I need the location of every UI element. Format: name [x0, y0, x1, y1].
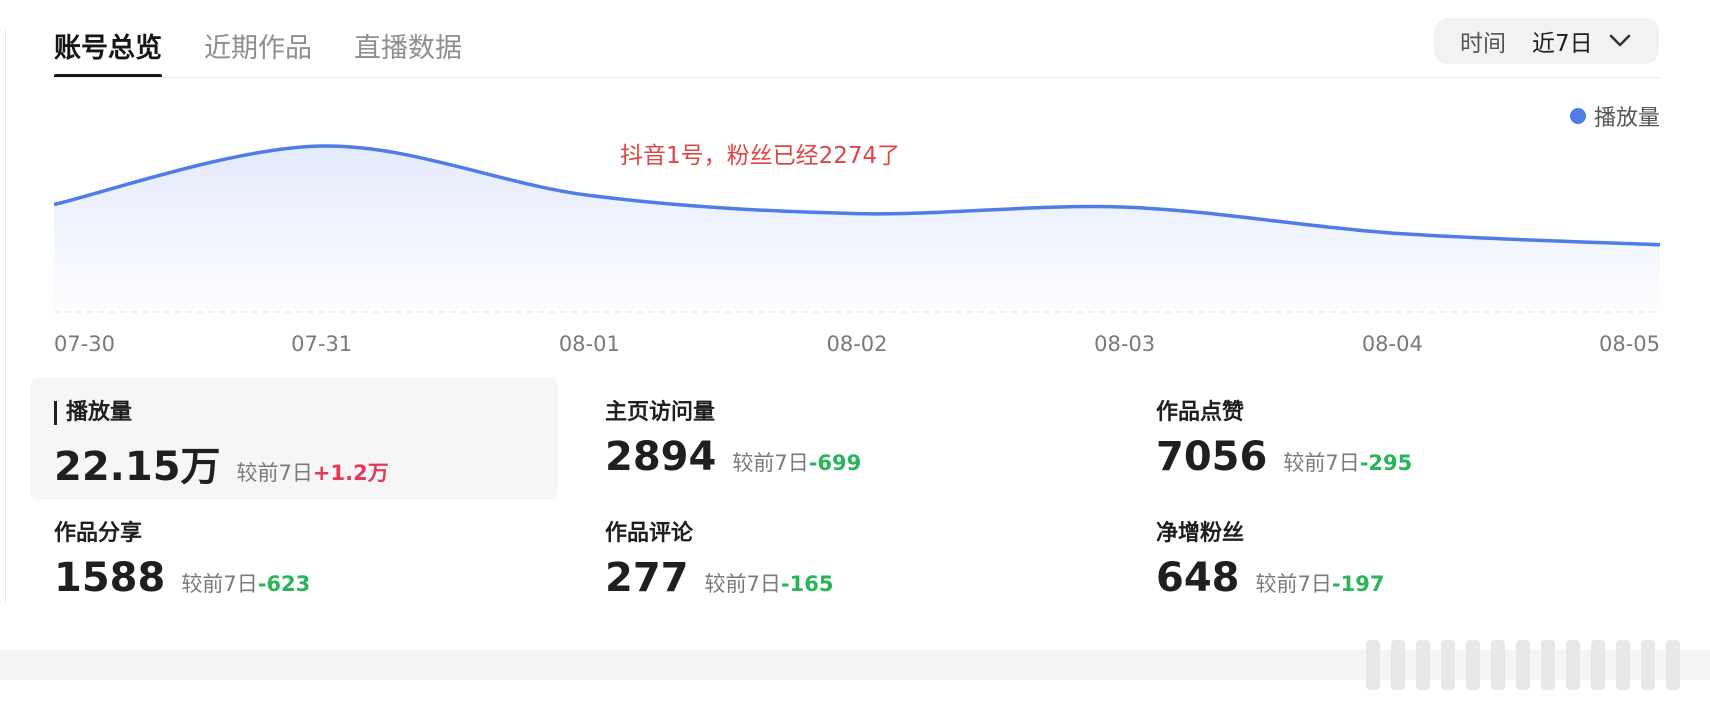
tab-live-data[interactable]: 直播数据: [354, 0, 462, 78]
metric-compare: 较前7日-295: [1283, 451, 1413, 475]
tab-recent-works[interactable]: 近期作品: [204, 0, 312, 78]
metric-compare: 较前7日+1.2万: [236, 461, 389, 485]
tab-bar: 账号总览 近期作品 直播数据: [54, 0, 504, 78]
chart-legend: 播放量: [1569, 100, 1660, 132]
metric-card-shares[interactable]: 作品分享 1588 较前7日-623: [30, 499, 558, 621]
series-area: [54, 145, 1660, 312]
metric-compare: 较前7日-699: [732, 451, 862, 475]
metric-card-likes[interactable]: 作品点赞 7056 较前7日-295: [1132, 378, 1660, 500]
metric-card-plays[interactable]: 播放量 22.15万 较前7日+1.2万: [30, 378, 558, 500]
chart-canvas: 07-30 07-31 08-01 08-02 08-03 08-04 08-05: [53, 144, 1661, 356]
time-range-select[interactable]: 时间 近7日: [1434, 18, 1659, 64]
metric-value: 7056: [1156, 434, 1268, 480]
metric-value: 1588: [54, 555, 166, 601]
metric-value: 22.15万: [54, 444, 221, 490]
metric-value: 2894: [605, 434, 717, 480]
metric-delta: -623: [257, 572, 311, 596]
metric-delta: -699: [808, 451, 862, 475]
x-tick-label: 08-01: [559, 332, 620, 356]
x-tick-label: 07-30: [54, 332, 115, 356]
decorative-bars: [1366, 640, 1680, 690]
metric-delta: -165: [780, 572, 834, 596]
metric-value: 277: [605, 555, 689, 601]
metric-card-comments[interactable]: 作品评论 277 较前7日-165: [581, 499, 1109, 621]
time-value: 近7日: [1532, 31, 1593, 57]
metric-delta: -295: [1359, 451, 1413, 475]
tab-account-overview[interactable]: 账号总览: [54, 0, 162, 78]
time-label: 时间: [1460, 31, 1506, 57]
legend-marker: [1569, 108, 1586, 124]
x-tick-label: 07-31: [291, 332, 352, 356]
metric-delta: -197: [1331, 572, 1385, 596]
chevron-down-icon: [1609, 34, 1631, 48]
metric-card-net-followers[interactable]: 净增粉丝 648 较前7日-197: [1132, 499, 1660, 621]
metric-value: 648: [1156, 555, 1240, 601]
metric-compare: 较前7日-623: [181, 572, 311, 596]
tab-divider: [54, 77, 1660, 78]
metric-title: 作品分享: [54, 521, 143, 546]
metric-title: 主页访问量: [605, 400, 716, 425]
chart-annotation: 抖音1号，粉丝已经2274了: [620, 143, 901, 169]
metric-title: 作品点赞: [1156, 400, 1245, 425]
x-tick-label: 08-03: [1094, 332, 1155, 356]
legend-label: 播放量: [1593, 106, 1660, 131]
x-tick-label: 08-05: [1599, 332, 1660, 356]
metric-title: 净增粉丝: [1156, 521, 1245, 546]
play-count-chart: 播放量 抖音1号，粉丝已经2274了 07-30 07-31 08-01 08-02 0…: [0, 86, 1710, 366]
x-tick-label: 08-02: [826, 332, 887, 356]
metric-compare: 较前7日-165: [704, 572, 834, 596]
metric-title: 作品评论: [605, 521, 694, 546]
x-tick-label: 08-04: [1362, 332, 1423, 356]
metric-delta: +1.2万: [312, 461, 389, 485]
metric-compare: 较前7日-197: [1255, 572, 1385, 596]
metric-card-profile-visits[interactable]: 主页访问量 2894 较前7日-699: [581, 378, 1109, 500]
metric-title: 播放量: [54, 398, 558, 428]
